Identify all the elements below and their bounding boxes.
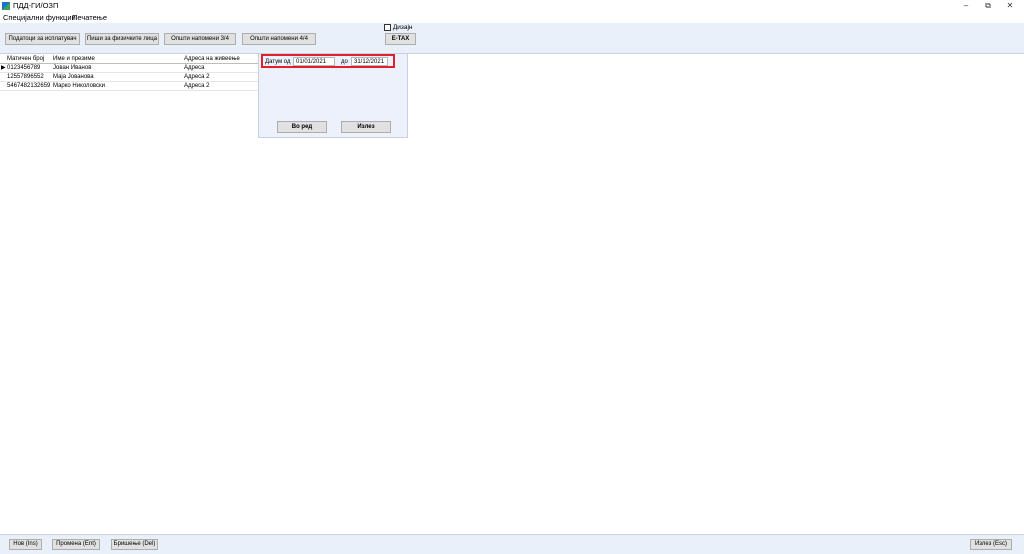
new-button[interactable]: Нов (Ins)	[9, 539, 42, 550]
date-filter-panel: Датум од 01/01/2021 до 31/12/2021 Во ред…	[258, 53, 408, 138]
cell-name[interactable]: Марко Николовски	[53, 82, 181, 90]
menu-special-functions[interactable]: Специјални функции	[3, 13, 76, 22]
cell-address[interactable]: Адреса 2	[184, 73, 258, 81]
toolbar: Податоци за исплатувач Пиши за физичките…	[0, 23, 1024, 54]
delete-button[interactable]: Бришење (Del)	[111, 539, 158, 550]
column-header-id[interactable]: Матичен број	[7, 55, 52, 63]
table-row[interactable]: ▶ 0123456789 Јован Иванов Адреса	[0, 64, 258, 73]
design-checkbox-group: Дизајн	[384, 24, 412, 31]
general-notes-3-4-button[interactable]: Општи напомени 3/4	[164, 33, 236, 45]
table-row[interactable]: 5467482132659 Марко Николовски Адреса 2	[0, 82, 258, 91]
date-to-input[interactable]: 31/12/2021	[351, 57, 388, 66]
menu-bar: Специјални функции Печатење	[0, 12, 1024, 23]
date-range-group: Датум од 01/01/2021 до 31/12/2021	[261, 54, 395, 68]
etax-button[interactable]: E-TAX	[385, 33, 416, 45]
column-header-address[interactable]: Адреса на живеење	[184, 55, 258, 63]
edit-button[interactable]: Промена (Ent)	[52, 539, 100, 550]
current-row-arrow-icon: ▶	[1, 65, 6, 71]
payer-data-button[interactable]: Податоци за исплатувач	[5, 33, 80, 45]
cell-id[interactable]: 12557896552	[7, 73, 52, 81]
design-checkbox-label: Дизајн	[392, 24, 413, 32]
cell-address[interactable]: Адреса	[184, 64, 258, 72]
table-header-row: Матичен број Име и презиме Адреса на жив…	[0, 55, 258, 64]
table-row[interactable]: 12557896552 Маја Јованова Адреса 2	[0, 73, 258, 82]
persons-table: Матичен број Име и презиме Адреса на жив…	[0, 55, 258, 91]
column-header-name[interactable]: Име и презиме	[53, 55, 181, 63]
title-bar: ПДД-ГИ/ОЗП – ⧉ ✕	[0, 0, 1024, 12]
date-from-input[interactable]: 01/01/2021	[293, 57, 335, 66]
date-from-label: Датум од	[265, 59, 291, 65]
cell-address[interactable]: Адреса 2	[184, 82, 258, 90]
ok-button[interactable]: Во ред	[277, 121, 327, 133]
exit-button[interactable]: Излез (Esc)	[970, 539, 1012, 550]
window-title: ПДД-ГИ/ОЗП	[13, 1, 59, 10]
cell-name[interactable]: Маја Јованова	[53, 73, 181, 81]
exit-panel-button[interactable]: Излез	[341, 121, 391, 133]
close-button[interactable]: ✕	[996, 0, 1024, 12]
cell-id[interactable]: 0123456789	[7, 64, 52, 72]
cell-name[interactable]: Јован Иванов	[53, 64, 181, 72]
bottom-bar: Нов (Ins) Промена (Ent) Бришење (Del) Из…	[0, 534, 1024, 554]
natural-persons-button[interactable]: Пиши за физичките лица	[85, 33, 159, 45]
cell-id[interactable]: 5467482132659	[7, 82, 52, 90]
app-logo-icon	[2, 2, 10, 10]
menu-printing[interactable]: Печатење	[72, 13, 107, 22]
general-notes-4-4-button[interactable]: Општи напомени 4/4	[242, 33, 316, 45]
date-to-label: до	[341, 59, 348, 65]
design-checkbox[interactable]	[384, 24, 391, 31]
